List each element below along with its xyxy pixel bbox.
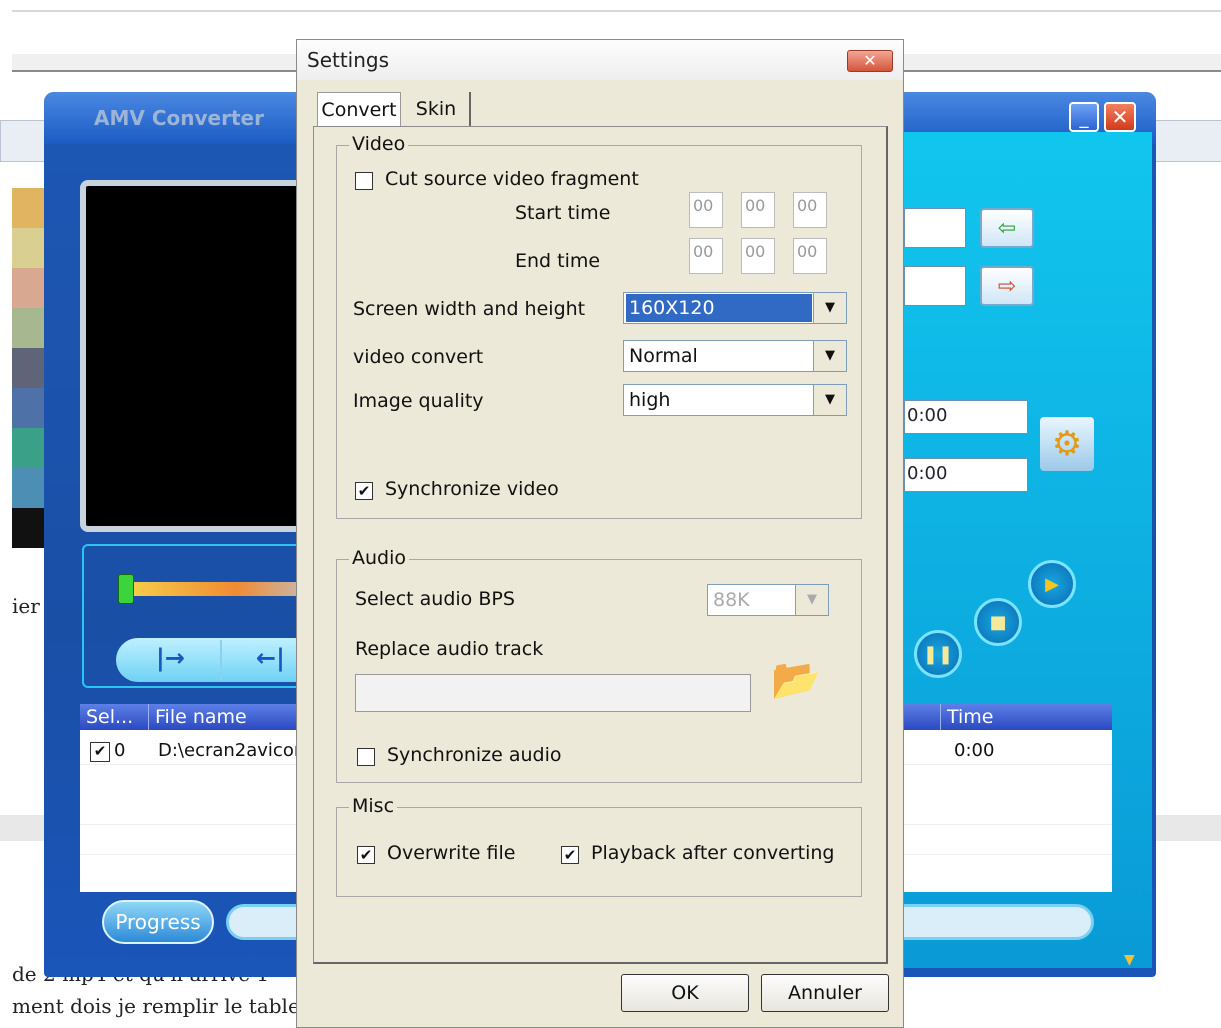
end-time-field[interactable]: 0:00 <box>904 458 1028 492</box>
start-minutes-input[interactable]: 00 <box>741 192 775 228</box>
minimize-icon[interactable]: _ <box>1069 102 1099 132</box>
export-button[interactable]: ⇨ <box>980 266 1034 306</box>
import-icon: ⇦ <box>997 215 1017 241</box>
cut-fragment-checkbox[interactable] <box>355 172 373 190</box>
cut-fragment-label: Cut source video fragment <box>385 168 639 190</box>
dialog-title: Settings <box>307 48 390 72</box>
start-time-label: Start time <box>515 202 611 224</box>
row-time: 0:00 <box>954 740 995 761</box>
audio-group: Audio Select audio BPS 88K ▼ Replace aud… <box>336 547 862 783</box>
source-path-input[interactable] <box>904 208 966 248</box>
settings-title-bar[interactable]: Settings ✕ <box>297 40 903 80</box>
amv-window-title: AMV Converter <box>94 106 264 130</box>
start-seconds-input[interactable]: 00 <box>793 192 827 228</box>
mark-out-button[interactable]: ←| <box>256 644 285 672</box>
column-header-time[interactable]: Time <box>940 704 1112 730</box>
dropdown-arrow-icon[interactable]: ▼ <box>813 293 846 323</box>
play-icon: ▶ <box>1045 573 1059 595</box>
background-color-palette <box>12 188 44 548</box>
convert-tab-panel: Video Cut source video fragment Start ti… <box>313 126 888 964</box>
overwrite-file-checkbox[interactable]: ✔ <box>357 846 375 864</box>
progress-label: Progress <box>102 900 214 944</box>
background-text-fragment: ier <box>12 594 40 618</box>
background-divider <box>12 10 1221 12</box>
image-quality-select[interactable]: high ▼ <box>623 384 847 416</box>
image-quality-value: high <box>629 389 671 411</box>
sync-video-label: Synchronize video <box>385 478 559 500</box>
overwrite-file-label: Overwrite file <box>387 842 516 864</box>
close-icon[interactable]: ✕ <box>1104 102 1136 132</box>
chevron-down-icon[interactable]: ▼ <box>1124 952 1135 968</box>
output-path-input[interactable] <box>904 266 966 306</box>
start-time-field[interactable]: 0:00 <box>904 400 1028 434</box>
gear-icon: ⚙ <box>1051 424 1083 464</box>
folder-icon[interactable]: 📂 <box>771 656 827 712</box>
play-button[interactable]: ▶ <box>1028 560 1076 608</box>
audio-bps-select[interactable]: 88K ▼ <box>707 584 829 616</box>
seek-handle[interactable] <box>118 574 134 604</box>
end-minutes-input[interactable]: 00 <box>741 238 775 274</box>
misc-group: Misc ✔ Overwrite file ✔ Playback after c… <box>336 795 862 897</box>
pill-divider <box>220 640 222 680</box>
audio-bps-value: 88K <box>713 589 750 611</box>
tab-skin[interactable]: Skin <box>403 92 471 128</box>
video-group: Video Cut source video fragment Start ti… <box>336 133 862 519</box>
audio-bps-label: Select audio BPS <box>355 588 515 610</box>
playback-after-label: Playback after converting <box>591 842 835 864</box>
screen-size-select[interactable]: 160X120 ▼ <box>623 292 847 324</box>
sync-audio-checkbox[interactable] <box>357 748 375 766</box>
settings-dialog: Settings ✕ Convert Skin Video Cut source… <box>296 39 904 1028</box>
replace-audio-label: Replace audio track <box>355 638 544 660</box>
video-convert-select[interactable]: Normal ▼ <box>623 340 847 372</box>
mark-in-button[interactable]: |→ <box>156 644 185 672</box>
cancel-button[interactable]: Annuler <box>761 974 889 1012</box>
row-index: 0 <box>114 740 126 761</box>
dropdown-arrow-icon[interactable]: ▼ <box>813 385 846 415</box>
dropdown-arrow-icon[interactable]: ▼ <box>813 341 846 371</box>
pause-icon: ❚❚ <box>922 643 954 665</box>
end-hours-input[interactable]: 00 <box>689 238 723 274</box>
image-quality-label: Image quality <box>353 390 484 412</box>
column-header-select[interactable]: Sel... <box>80 704 148 730</box>
screen-size-label: Screen width and height <box>353 298 586 320</box>
row-select-checkbox[interactable]: ✔ <box>90 742 110 762</box>
stop-button[interactable]: ■ <box>974 598 1022 646</box>
import-button[interactable]: ⇦ <box>980 208 1034 248</box>
end-time-label: End time <box>515 250 601 272</box>
video-group-label: Video <box>349 133 409 155</box>
settings-button[interactable]: ⚙ <box>1040 417 1094 471</box>
stop-icon: ■ <box>989 611 1007 633</box>
background-text-line: ment dois je remplir le table <box>12 994 300 1018</box>
sync-audio-label: Synchronize audio <box>387 744 562 766</box>
video-convert-value: Normal <box>629 345 698 367</box>
close-icon[interactable]: ✕ <box>847 50 893 72</box>
replace-audio-input[interactable] <box>355 674 751 712</box>
tab-convert[interactable]: Convert <box>317 92 401 128</box>
ok-button[interactable]: OK <box>621 974 749 1012</box>
sync-video-checkbox[interactable]: ✔ <box>355 482 373 500</box>
pause-button[interactable]: ❚❚ <box>914 630 962 678</box>
row-file-name: D:\ecran2avicor <box>158 740 302 761</box>
playback-after-checkbox[interactable]: ✔ <box>561 846 579 864</box>
screen-size-value: 160X120 <box>626 294 812 322</box>
misc-group-label: Misc <box>349 795 398 817</box>
export-icon: ⇨ <box>997 273 1017 299</box>
video-convert-label: video convert <box>353 346 484 368</box>
audio-group-label: Audio <box>349 547 410 569</box>
dropdown-arrow-icon[interactable]: ▼ <box>795 585 828 615</box>
end-seconds-input[interactable]: 00 <box>793 238 827 274</box>
start-hours-input[interactable]: 00 <box>689 192 723 228</box>
background-ruler-right <box>1150 120 1221 162</box>
